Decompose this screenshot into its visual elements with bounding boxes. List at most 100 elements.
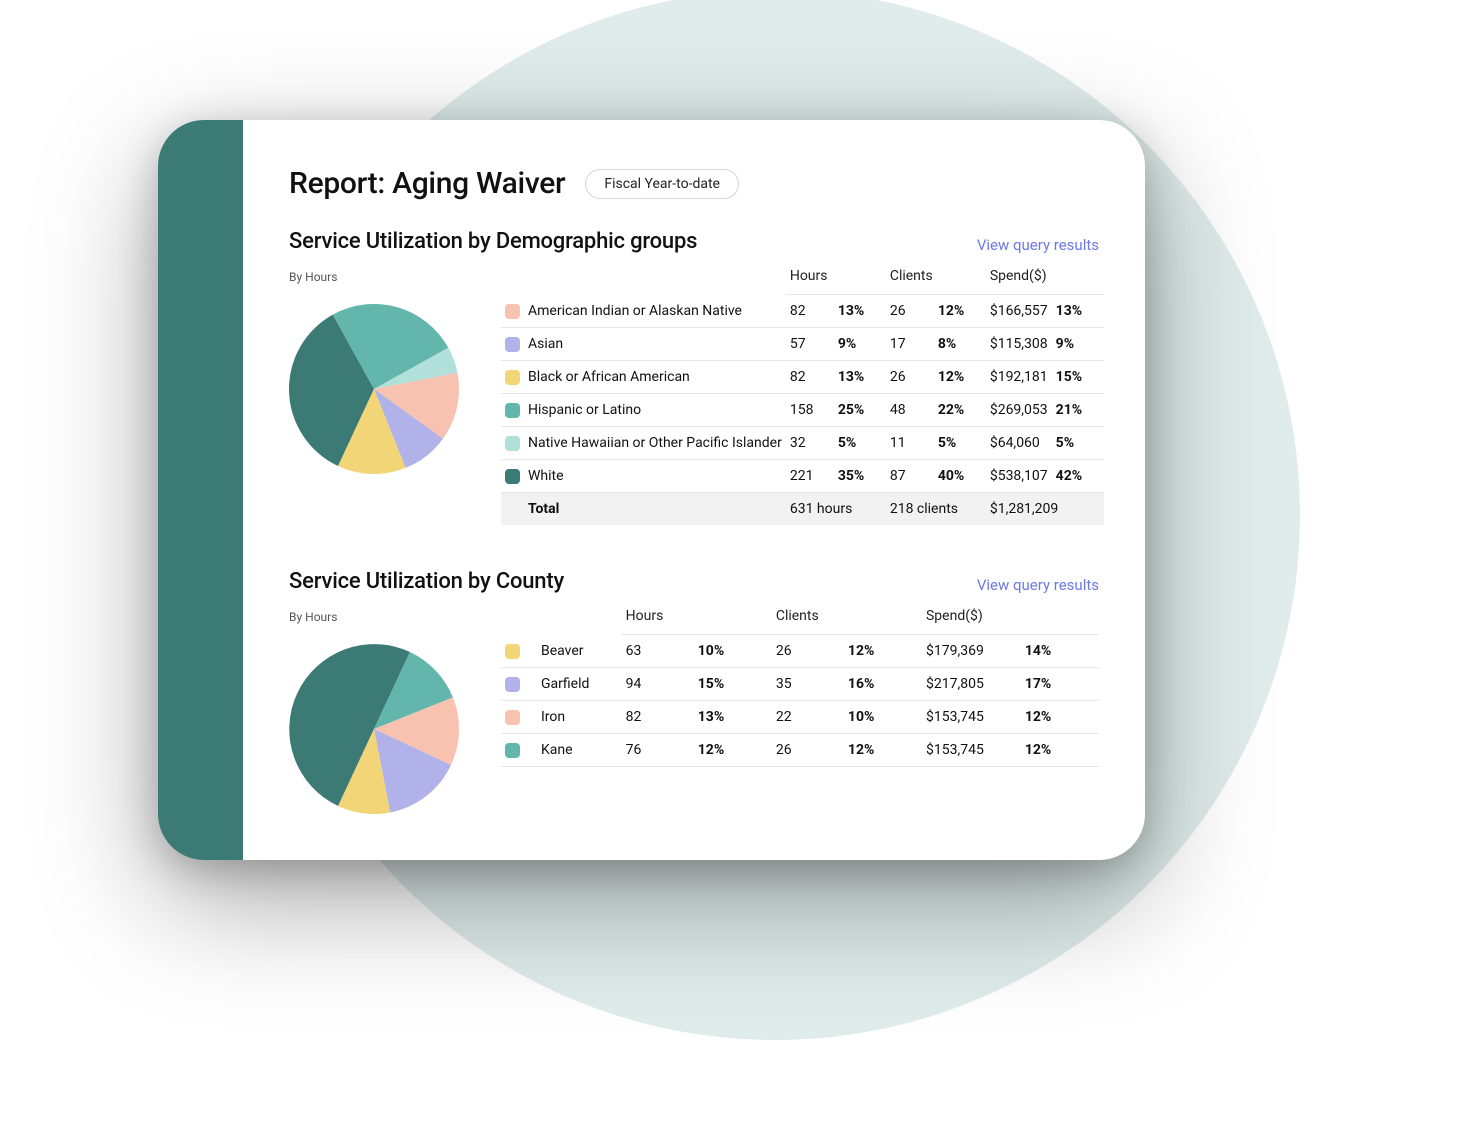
legend-swatch bbox=[505, 644, 520, 659]
clients-value: 26 bbox=[886, 361, 934, 394]
chart-area: By Hours bbox=[289, 264, 477, 474]
row-label: Beaver bbox=[537, 635, 622, 668]
hours-pct: 15% bbox=[694, 668, 772, 701]
clients-value: 35 bbox=[772, 668, 844, 701]
hours-value: 82 bbox=[786, 295, 834, 328]
table-row: Kane7612%2612%$153,74512% bbox=[501, 734, 1099, 767]
col-clients: Clients bbox=[772, 604, 922, 635]
legend-swatch bbox=[505, 710, 520, 725]
row-label: Kane bbox=[537, 734, 622, 767]
spend-pct: 12% bbox=[1021, 734, 1099, 767]
table-row: American Indian or Alaskan Native8213%26… bbox=[501, 295, 1104, 328]
spend-value: $64,060 bbox=[986, 427, 1052, 460]
hours-value: 82 bbox=[622, 701, 694, 734]
clients-value: 26 bbox=[886, 295, 934, 328]
sidebar bbox=[158, 120, 243, 860]
pie-chart-county bbox=[289, 644, 459, 814]
table-row: Hispanic or Latino15825%4822%$269,05321% bbox=[501, 394, 1104, 427]
spend-pct: 5% bbox=[1052, 427, 1104, 460]
legend-swatch bbox=[505, 403, 520, 418]
section-county: Service Utilization by County View query… bbox=[289, 569, 1099, 814]
spend-value: $166,557 bbox=[986, 295, 1052, 328]
clients-pct: 12% bbox=[844, 635, 922, 668]
clients-pct: 16% bbox=[844, 668, 922, 701]
section-demographics: Service Utilization by Demographic group… bbox=[289, 229, 1099, 525]
hours-pct: 25% bbox=[834, 394, 886, 427]
time-range-chip[interactable]: Fiscal Year-to-date bbox=[585, 169, 739, 199]
hours-pct: 5% bbox=[834, 427, 886, 460]
legend-swatch bbox=[505, 677, 520, 692]
legend-swatch bbox=[505, 469, 520, 484]
spend-pct: 15% bbox=[1052, 361, 1104, 394]
table-row: Asian579%178%$115,3089% bbox=[501, 328, 1104, 361]
hours-pct: 10% bbox=[694, 635, 772, 668]
col-spend: Spend($) bbox=[986, 264, 1104, 295]
hours-pct: 13% bbox=[834, 361, 886, 394]
view-query-link[interactable]: View query results bbox=[977, 576, 1099, 594]
clients-value: 87 bbox=[886, 460, 934, 493]
spend-pct: 21% bbox=[1052, 394, 1104, 427]
chart-subtitle: By Hours bbox=[289, 610, 477, 624]
hours-value: 221 bbox=[786, 460, 834, 493]
view-query-link[interactable]: View query results bbox=[977, 236, 1099, 254]
hours-value: 82 bbox=[786, 361, 834, 394]
table-row: White22135%8740%$538,10742% bbox=[501, 460, 1104, 493]
spend-pct: 12% bbox=[1021, 701, 1099, 734]
legend-swatch bbox=[505, 370, 520, 385]
spend-pct: 17% bbox=[1021, 668, 1099, 701]
spend-pct: 14% bbox=[1021, 635, 1099, 668]
table-header-row: Hours Clients Spend($) bbox=[501, 264, 1104, 295]
clients-value: 17 bbox=[886, 328, 934, 361]
row-label: Asian bbox=[524, 328, 786, 361]
hours-value: 158 bbox=[786, 394, 834, 427]
spend-value: $269,053 bbox=[986, 394, 1052, 427]
total-hours: 631 hours bbox=[786, 493, 886, 526]
hours-pct: 13% bbox=[834, 295, 886, 328]
row-label: Black or African American bbox=[524, 361, 786, 394]
county-table: Hours Clients Spend($) Beaver6310%2612%$… bbox=[501, 604, 1099, 767]
total-row: Total631 hours218 clients$1,281,209 bbox=[501, 493, 1104, 526]
clients-value: 48 bbox=[886, 394, 934, 427]
report-content: Report: Aging Waiver Fiscal Year-to-date… bbox=[243, 120, 1145, 860]
report-card: Report: Aging Waiver Fiscal Year-to-date… bbox=[158, 120, 1145, 860]
row-label: American Indian or Alaskan Native bbox=[524, 295, 786, 328]
clients-pct: 12% bbox=[844, 734, 922, 767]
col-hours: Hours bbox=[622, 604, 772, 635]
demographics-table: Hours Clients Spend($) American Indian o… bbox=[501, 264, 1104, 525]
clients-value: 22 bbox=[772, 701, 844, 734]
spend-value: $115,308 bbox=[986, 328, 1052, 361]
spend-value: $179,369 bbox=[922, 635, 1021, 668]
hours-value: 76 bbox=[622, 734, 694, 767]
chart-area: By Hours bbox=[289, 604, 477, 814]
table-row: Black or African American8213%2612%$192,… bbox=[501, 361, 1104, 394]
table-header-row: Hours Clients Spend($) bbox=[501, 604, 1099, 635]
total-clients: 218 clients bbox=[886, 493, 986, 526]
hours-value: 94 bbox=[622, 668, 694, 701]
clients-pct: 5% bbox=[934, 427, 986, 460]
hours-value: 32 bbox=[786, 427, 834, 460]
hours-pct: 9% bbox=[834, 328, 886, 361]
section-title: Service Utilization by Demographic group… bbox=[289, 229, 697, 254]
col-hours: Hours bbox=[786, 264, 886, 295]
spend-value: $192,181 bbox=[986, 361, 1052, 394]
clients-value: 26 bbox=[772, 734, 844, 767]
legend-swatch bbox=[505, 436, 520, 451]
clients-pct: 10% bbox=[844, 701, 922, 734]
chart-subtitle: By Hours bbox=[289, 270, 477, 284]
clients-pct: 12% bbox=[934, 295, 986, 328]
clients-value: 26 bbox=[772, 635, 844, 668]
row-label: Native Hawaiian or Other Pacific Islande… bbox=[524, 427, 786, 460]
spend-value: $217,805 bbox=[922, 668, 1021, 701]
row-label: White bbox=[524, 460, 786, 493]
spend-value: $153,745 bbox=[922, 734, 1021, 767]
col-spend: Spend($) bbox=[922, 604, 1099, 635]
report-header: Report: Aging Waiver Fiscal Year-to-date bbox=[289, 166, 1099, 201]
total-label: Total bbox=[524, 493, 786, 526]
hours-pct: 35% bbox=[834, 460, 886, 493]
row-label: Garfield bbox=[537, 668, 622, 701]
legend-swatch bbox=[505, 337, 520, 352]
row-label: Hispanic or Latino bbox=[524, 394, 786, 427]
clients-pct: 22% bbox=[934, 394, 986, 427]
total-spend: $1,281,209 bbox=[986, 493, 1104, 526]
spend-value: $153,745 bbox=[922, 701, 1021, 734]
